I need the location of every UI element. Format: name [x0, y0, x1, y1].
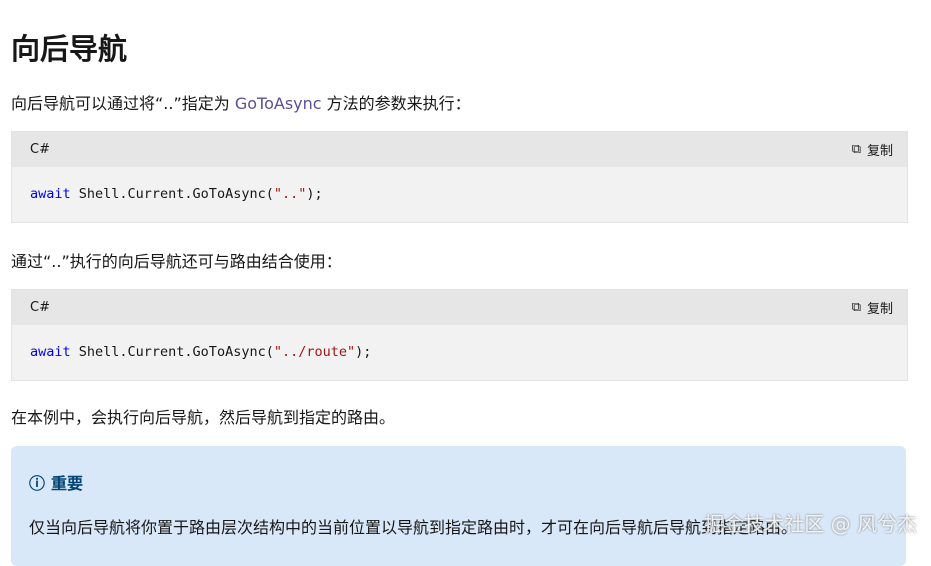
code-block-2: C# ⧉ 复制 await Shell.Current.GoToAsync("..… [11, 289, 908, 381]
note-title: 重要 [51, 474, 84, 493]
code-language: C# [30, 300, 50, 315]
code-language: C# [30, 142, 50, 157]
copy-button[interactable]: ⧉ 复制 [852, 140, 893, 159]
paragraph-3: 在本例中，会执行向后导航，然后导航到指定的路由。 [11, 408, 396, 427]
copy-label: 复制 [866, 302, 893, 317]
code-text: ); [306, 186, 323, 202]
intro-paragraph: 向后导航可以通过将“..”指定为 GoToAsync 方法的参数来执行： [11, 90, 471, 114]
important-note: ⓘ 重要 仅当向后导航将你置于路由层次结构中的当前位置以导航到指定路由时，才可在向… [11, 446, 906, 566]
info-icon: ⓘ [29, 474, 46, 493]
copy-icon: ⧉ [851, 142, 861, 157]
keyword: await [30, 186, 71, 202]
copy-icon: ⧉ [851, 300, 861, 315]
page-title: 向后导航 [11, 32, 128, 66]
code-text: ); [355, 344, 372, 360]
code-text: Shell.Current.GoToAsync( [70, 186, 274, 202]
copy-button[interactable]: ⧉ 复制 [852, 298, 893, 317]
text: 向后导航可以通过将“..”指定为 [11, 94, 235, 113]
watermark: 掘金技术社区 @ 风兮杰 [704, 512, 917, 536]
gotoasync-link[interactable]: GoToAsync [235, 94, 322, 113]
keyword: await [30, 344, 71, 360]
text: 方法的参数来执行： [321, 94, 471, 113]
copy-label: 复制 [866, 144, 893, 159]
string: "../route" [273, 344, 356, 360]
note-body: 仅当向后导航将你置于路由层次结构中的当前位置以导航到指定路由时，才可在向后导航后… [29, 518, 798, 537]
string: ".." [273, 186, 307, 202]
paragraph-2: 通过“..”执行的向后导航还可与路由结合使用： [11, 252, 342, 271]
code-text: Shell.Current.GoToAsync( [70, 344, 274, 360]
code-content: await Shell.Current.GoToAsync(".."); [12, 167, 907, 222]
code-block-1: C# ⧉ 复制 await Shell.Current.GoToAsync("..… [11, 131, 908, 223]
code-content: await Shell.Current.GoToAsync("../route"… [12, 325, 907, 380]
